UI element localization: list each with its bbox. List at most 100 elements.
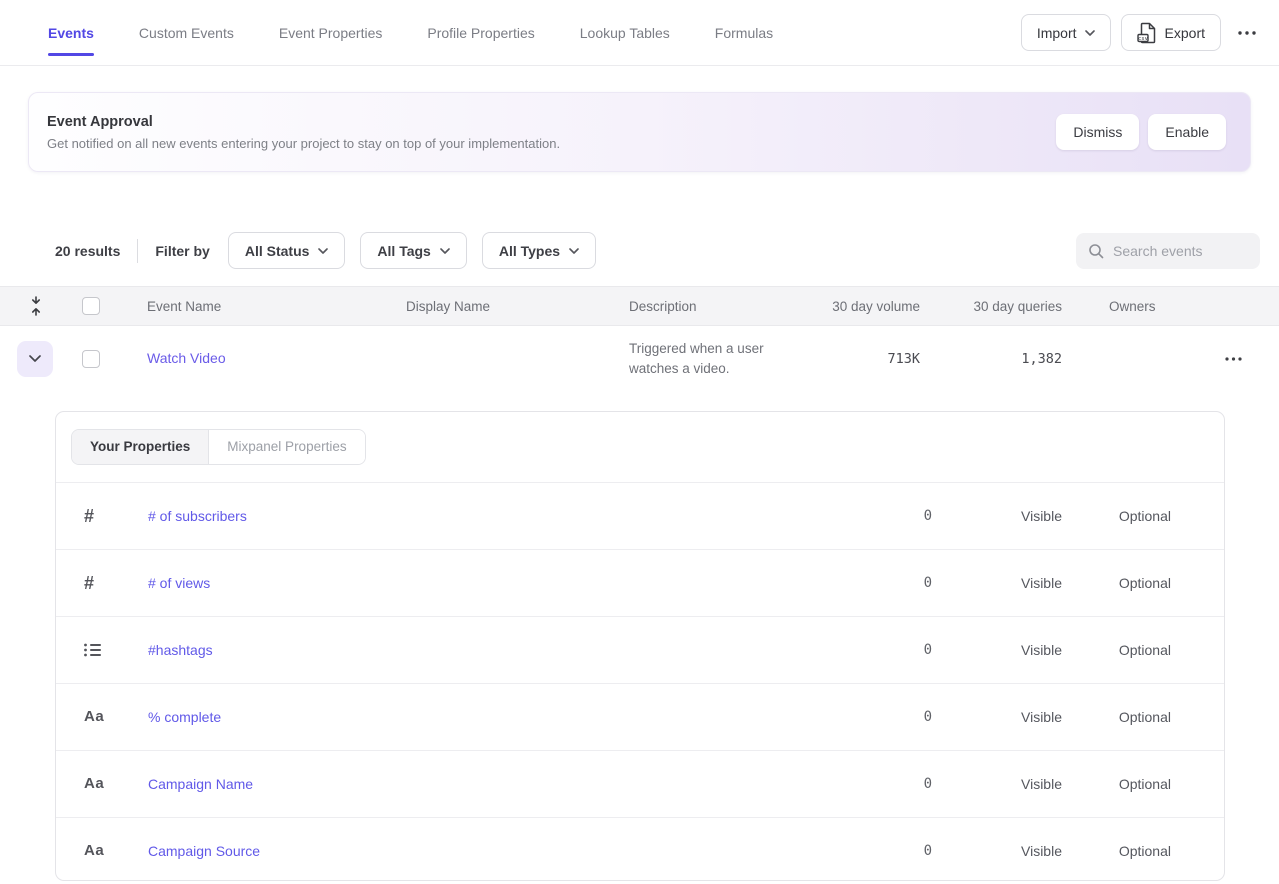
chevron-down-icon: [318, 248, 328, 254]
csv-file-icon: csv: [1137, 22, 1157, 44]
tab-mixpanel-properties[interactable]: Mixpanel Properties: [209, 430, 364, 464]
property-value: 0: [812, 575, 932, 591]
text-type-icon: Aa: [56, 842, 148, 860]
column-volume: 30 day volume: [800, 299, 920, 314]
tab-profile-properties[interactable]: Profile Properties: [427, 0, 534, 66]
property-value: 0: [812, 709, 932, 725]
import-button-label: Import: [1037, 25, 1077, 41]
export-button[interactable]: csv Export: [1121, 14, 1221, 51]
filter-row: 20 results Filter by All Status All Tags…: [55, 232, 1260, 269]
properties-tab-control: Your Properties Mixpanel Properties: [71, 429, 366, 465]
volume-value: 713K: [800, 351, 920, 367]
tab-profile-properties-label: Profile Properties: [427, 25, 534, 41]
property-row: Aa Campaign Name 0 Visible Optional: [56, 750, 1224, 817]
tab-lookup-tables[interactable]: Lookup Tables: [580, 0, 670, 66]
property-requirement[interactable]: Optional: [1062, 709, 1171, 725]
banner-description: Get notified on all new events entering …: [47, 136, 560, 151]
property-requirement[interactable]: Optional: [1062, 508, 1171, 524]
row-actions-cell: [1190, 357, 1279, 361]
event-row-watch-video: Watch Video Triggered when a user watche…: [0, 326, 1279, 391]
column-owners: Owners: [1062, 299, 1190, 314]
select-all-cell: [55, 297, 130, 315]
tab-events[interactable]: Events: [48, 0, 94, 66]
more-options-button[interactable]: [1231, 14, 1263, 51]
description-line-2: watches a video.: [629, 359, 800, 379]
divider: [137, 239, 138, 263]
property-row: # # of views 0 Visible Optional: [56, 549, 1224, 616]
number-type-icon: #: [56, 573, 148, 594]
banner-text: Event Approval Get notified on all new e…: [29, 114, 560, 151]
nav-actions: Import csv Export: [1021, 14, 1263, 51]
results-count: 20 results: [55, 243, 120, 259]
property-requirement[interactable]: Optional: [1062, 843, 1171, 859]
column-display-name: Display Name: [390, 299, 620, 314]
import-button[interactable]: Import: [1021, 14, 1111, 51]
list-type-icon: [56, 643, 148, 657]
property-visibility[interactable]: Visible: [932, 575, 1062, 591]
property-name-link[interactable]: Campaign Source: [148, 843, 812, 859]
row-select-cell: [55, 350, 130, 368]
lexicon-events-page: Events Custom Events Event Properties Pr…: [0, 0, 1279, 884]
property-visibility[interactable]: Visible: [932, 709, 1062, 725]
property-name-link[interactable]: #hashtags: [148, 642, 812, 658]
row-more-options-button[interactable]: [1219, 357, 1248, 361]
number-type-icon: #: [56, 506, 148, 527]
property-name-link[interactable]: Campaign Name: [148, 776, 812, 792]
ellipsis-icon: [1225, 357, 1242, 361]
events-table-header: Event Name Display Name Description 30 d…: [0, 286, 1279, 326]
tab-event-properties[interactable]: Event Properties: [279, 0, 383, 66]
types-filter-label: All Types: [499, 243, 560, 259]
status-filter-dropdown[interactable]: All Status: [228, 232, 346, 269]
property-name-link[interactable]: % complete: [148, 709, 812, 725]
search-icon: [1088, 243, 1104, 259]
tab-formulas[interactable]: Formulas: [715, 0, 773, 66]
enable-button[interactable]: Enable: [1148, 114, 1226, 150]
property-visibility[interactable]: Visible: [932, 642, 1062, 658]
tags-filter-dropdown[interactable]: All Tags: [360, 232, 466, 269]
property-visibility[interactable]: Visible: [932, 508, 1062, 524]
event-name-cell: Watch Video: [130, 350, 390, 368]
banner-actions: Dismiss Enable: [1056, 114, 1226, 150]
search-events-box[interactable]: [1076, 233, 1260, 269]
property-name-link[interactable]: # of subscribers: [148, 508, 812, 524]
collapse-all-cell: [0, 296, 55, 316]
search-events-input[interactable]: [1113, 243, 1250, 259]
status-filter-label: All Status: [245, 243, 310, 259]
chevron-down-icon: [440, 248, 450, 254]
tab-lookup-tables-label: Lookup Tables: [580, 25, 670, 41]
column-queries: 30 day queries: [920, 299, 1062, 314]
event-name-link[interactable]: Watch Video: [147, 350, 226, 366]
property-requirement[interactable]: Optional: [1062, 642, 1171, 658]
description-line-1: Triggered when a user: [629, 339, 800, 359]
top-navigation: Events Custom Events Event Properties Pr…: [0, 0, 1279, 66]
dismiss-button[interactable]: Dismiss: [1056, 114, 1139, 150]
event-properties-panel: Your Properties Mixpanel Properties # # …: [55, 411, 1225, 881]
ellipsis-icon: [1237, 31, 1257, 35]
tags-filter-label: All Tags: [377, 243, 430, 259]
tab-custom-events-label: Custom Events: [139, 25, 234, 41]
collapse-all-icon[interactable]: [29, 296, 43, 316]
row-checkbox[interactable]: [82, 350, 100, 368]
property-requirement[interactable]: Optional: [1062, 575, 1171, 591]
event-approval-banner: Event Approval Get notified on all new e…: [28, 92, 1251, 172]
description-cell: Triggered when a user watches a video.: [620, 339, 800, 379]
chevron-down-icon: [1085, 30, 1095, 36]
text-type-icon: Aa: [56, 708, 148, 726]
select-all-checkbox[interactable]: [82, 297, 100, 315]
queries-value: 1,382: [920, 351, 1062, 367]
column-description: Description: [620, 299, 800, 314]
property-name-link[interactable]: # of views: [148, 575, 812, 591]
export-button-label: Export: [1165, 25, 1205, 41]
property-row: #hashtags 0 Visible Optional: [56, 616, 1224, 683]
chevron-down-icon: [569, 248, 579, 254]
property-visibility[interactable]: Visible: [932, 776, 1062, 792]
tab-custom-events[interactable]: Custom Events: [139, 0, 234, 66]
chevron-down-icon: [29, 355, 41, 362]
property-requirement[interactable]: Optional: [1062, 776, 1171, 792]
collapse-row-button[interactable]: [17, 341, 53, 377]
property-visibility[interactable]: Visible: [932, 843, 1062, 859]
types-filter-dropdown[interactable]: All Types: [482, 232, 596, 269]
property-row: # # of subscribers 0 Visible Optional: [56, 482, 1224, 549]
tab-formulas-label: Formulas: [715, 25, 773, 41]
tab-your-properties[interactable]: Your Properties: [72, 430, 209, 464]
